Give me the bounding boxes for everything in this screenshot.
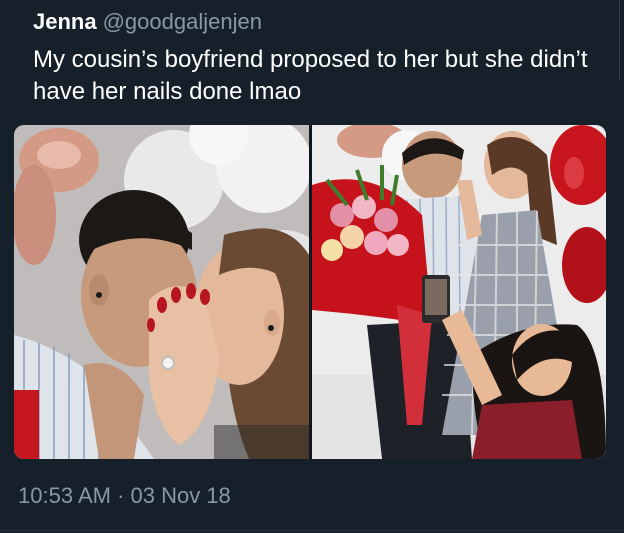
tweet-card[interactable]: Jenna @goodgaljenjen My cousin’s boyfrien… (0, 0, 624, 533)
tweet-text: My cousin’s boyfriend proposed to her bu… (33, 46, 588, 105)
photo-right-image (312, 125, 606, 459)
tweet-header: Jenna @goodgaljenjen (33, 8, 262, 36)
photo-left-image (14, 125, 309, 459)
scrollbar-edge (619, 0, 620, 80)
author-handle[interactable]: @goodgaljenjen (103, 9, 262, 34)
tweet-media[interactable] (14, 125, 606, 459)
author-name[interactable]: Jenna (33, 9, 97, 34)
tweet-timestamp[interactable]: 10:53 AM · 03 Nov 18 (18, 483, 231, 509)
bottom-divider (0, 530, 624, 531)
photo-left[interactable] (14, 125, 309, 459)
photo-right[interactable] (312, 125, 606, 459)
